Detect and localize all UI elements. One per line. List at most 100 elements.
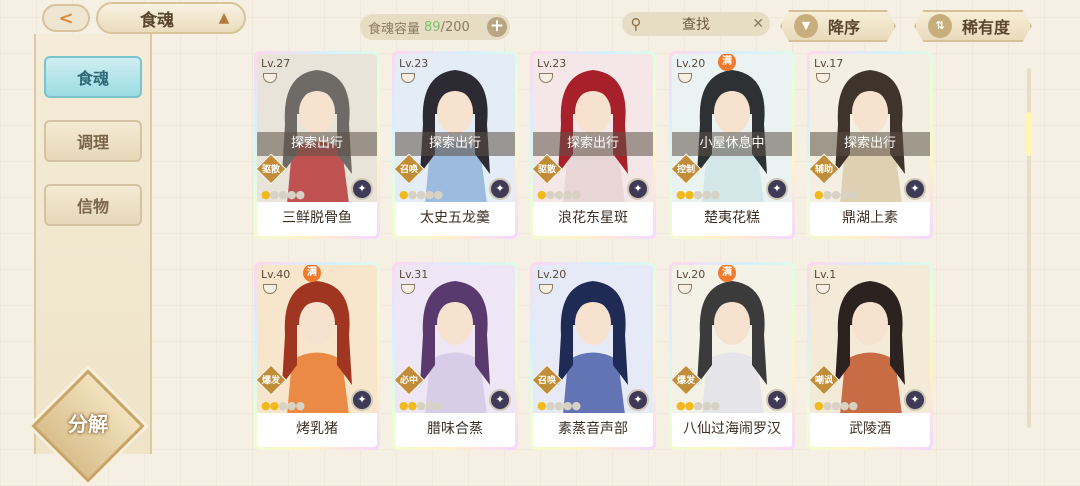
- card-name: 素蒸音声部: [533, 413, 653, 447]
- food-soul-card[interactable]: Lv.20 召唤 ●●●●● ✦ 素蒸音声部: [530, 262, 656, 450]
- star-icon: ●: [295, 188, 305, 201]
- status-banner: 探索出行: [810, 132, 930, 156]
- star-icon: ●: [269, 399, 280, 412]
- star-icon: ●: [684, 188, 695, 201]
- star-icon: ●: [278, 188, 288, 201]
- capacity-label: 食魂容量: [368, 21, 421, 37]
- card-inner: Lv.27 探索出行 驱散 ●●●●● ✦ 三鲜脱骨鱼: [257, 54, 377, 236]
- card-name: 腊味合蒸: [395, 413, 515, 447]
- level-label: Lv.20: [676, 268, 706, 281]
- role-label: 驱散: [537, 165, 556, 175]
- card-name: 鼎湖上素: [810, 202, 930, 236]
- role-label: 驱散: [261, 165, 280, 175]
- page-title: 食魂 ▲: [96, 2, 246, 34]
- card-name: 八仙过海闹罗汉: [672, 413, 792, 447]
- star-icon: ●: [571, 399, 581, 412]
- tab-food-soul[interactable]: 食魂: [44, 56, 142, 98]
- role-label: 召唤: [399, 165, 418, 175]
- role-label: 召唤: [537, 376, 556, 386]
- status-banner: 小屋休息中: [672, 132, 792, 156]
- star-icon: ●: [545, 399, 556, 412]
- level-label: Lv.20: [676, 57, 706, 70]
- element-icon: ✦: [627, 178, 649, 200]
- search-label: 查找: [682, 17, 710, 33]
- level-label: Lv.23: [537, 57, 567, 70]
- star-icon: ●: [416, 188, 426, 201]
- capacity-display: 食魂容量 89 /200 +: [360, 14, 510, 40]
- sort-down-icon: ▼: [794, 14, 818, 38]
- decompose-label: 分解: [68, 412, 108, 436]
- star-icon: ●: [399, 188, 409, 201]
- star-icon: ●: [571, 188, 581, 201]
- food-soul-card[interactable]: Lv.31 必中 ●●●●● ✦ 腊味合蒸: [392, 262, 518, 450]
- card-inner: Lv.23 探索出行 召唤 ●●●●● ✦ 太史五龙羹: [395, 54, 515, 236]
- food-soul-card[interactable]: Lv.20 满爆发 ●●●●● ✦ 八仙过海闹罗汉: [669, 262, 795, 450]
- element-icon: ✦: [627, 389, 649, 411]
- food-soul-card[interactable]: Lv.17 探索出行 辅助 ●●●●● ✦ 鼎湖上素: [807, 51, 933, 239]
- element-icon: ✦: [351, 389, 373, 411]
- add-capacity-button[interactable]: +: [487, 17, 507, 37]
- food-soul-card[interactable]: Lv.27 探索出行 驱散 ●●●●● ✦ 三鲜脱骨鱼: [254, 51, 380, 239]
- role-label: 爆发: [676, 376, 695, 386]
- sort-order-button[interactable]: ▼ 降序: [780, 10, 896, 42]
- search-box[interactable]: ⚲ 查找 ✕: [622, 12, 770, 36]
- star-rating: ●●●●●: [676, 399, 720, 412]
- star-rating: ●●●●●: [537, 399, 581, 412]
- level-label: Lv.40: [261, 268, 291, 281]
- star-icon: ●: [710, 188, 720, 201]
- star-icon: ●: [261, 188, 271, 201]
- star-icon: ●: [295, 399, 305, 412]
- star-rating: ●●●●●: [676, 188, 720, 201]
- star-icon: ●: [269, 188, 280, 201]
- star-icon: ●: [710, 399, 720, 412]
- card-inner: Lv.40 满爆发 ●●●●● ✦ 烤乳猪: [257, 265, 377, 447]
- level-label: Lv.27: [261, 57, 291, 70]
- star-icon: ●: [545, 188, 556, 201]
- food-soul-card[interactable]: Lv.23 探索出行 驱散 ●●●●● ✦ 浪花东星斑: [530, 51, 656, 239]
- star-rating: ●●●●●: [261, 399, 305, 412]
- food-soul-card[interactable]: Lv.20 满小屋休息中 控制 ●●●●● ✦ 楚夷花糕: [669, 51, 795, 239]
- card-inner: Lv.17 探索出行 辅助 ●●●●● ✦ 鼎湖上素: [810, 54, 930, 236]
- star-icon: ●: [822, 399, 833, 412]
- star-icon: ●: [814, 188, 824, 201]
- element-icon: ✦: [904, 178, 926, 200]
- capacity-current: 89: [424, 19, 441, 35]
- card-inner: Lv.1 嘲讽 ●●●●● ✦ 武陵酒: [810, 265, 930, 447]
- card-name: 武陵酒: [810, 413, 930, 447]
- star-icon: ●: [261, 399, 271, 412]
- star-icon: ●: [537, 399, 547, 412]
- star-rating: ●●●●●: [399, 399, 443, 412]
- sort-order-label: 降序: [828, 18, 861, 37]
- star-icon: ●: [407, 399, 418, 412]
- tab-cooking[interactable]: 调理: [44, 120, 142, 162]
- star-icon: ●: [814, 399, 824, 412]
- star-icon: ●: [676, 399, 686, 412]
- scrollbar-thumb[interactable]: [1026, 112, 1032, 156]
- star-icon: ●: [278, 399, 288, 412]
- back-button[interactable]: <: [42, 4, 90, 32]
- star-icon: ●: [831, 188, 841, 201]
- role-label: 嘲讽: [814, 376, 833, 386]
- sort-rarity-button[interactable]: ⇅ 稀有度: [914, 10, 1032, 42]
- food-soul-card[interactable]: Lv.23 探索出行 召唤 ●●●●● ✦ 太史五龙羹: [392, 51, 518, 239]
- level-label: Lv.23: [399, 57, 429, 70]
- star-icon: ●: [416, 399, 426, 412]
- role-label: 辅助: [814, 165, 833, 175]
- star-icon: ●: [693, 399, 703, 412]
- tab-token[interactable]: 信物: [44, 184, 142, 226]
- card-inner: Lv.20 召唤 ●●●●● ✦ 素蒸音声部: [533, 265, 653, 447]
- element-icon: ✦: [351, 178, 373, 200]
- star-icon: ●: [693, 188, 703, 201]
- close-icon[interactable]: ✕: [752, 12, 764, 36]
- star-icon: ●: [407, 188, 418, 201]
- card-inner: Lv.31 必中 ●●●●● ✦ 腊味合蒸: [395, 265, 515, 447]
- star-icon: ●: [676, 188, 686, 201]
- level-label: Lv.31: [399, 268, 429, 281]
- food-soul-card[interactable]: Lv.40 满爆发 ●●●●● ✦ 烤乳猪: [254, 262, 380, 450]
- role-label: 必中: [399, 376, 418, 386]
- card-inner: Lv.20 满爆发 ●●●●● ✦ 八仙过海闹罗汉: [672, 265, 792, 447]
- star-icon: ●: [554, 188, 564, 201]
- star-icon: ●: [684, 399, 695, 412]
- star-icon: ●: [848, 399, 858, 412]
- food-soul-card[interactable]: Lv.1 嘲讽 ●●●●● ✦ 武陵酒: [807, 262, 933, 450]
